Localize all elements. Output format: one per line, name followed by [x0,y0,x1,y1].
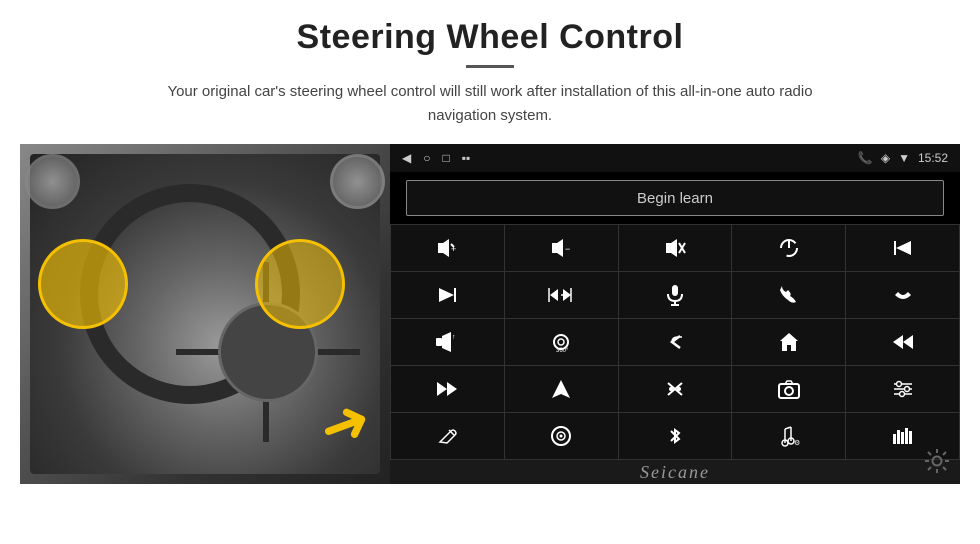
square-icon[interactable]: □ [442,151,449,165]
begin-learn-row: Begin learn [390,172,960,224]
speaker-button[interactable]: ↑ [391,319,504,365]
phone-status-icon: 📞 [858,151,873,165]
fast-forward-button[interactable] [391,366,504,412]
gauge-right [330,154,385,209]
next-track-button[interactable] [391,272,504,318]
home-circle-icon[interactable]: ○ [423,151,430,165]
status-bar: ◀ ○ □ ▪▪ 📞 ◈ ▼ 15:52 [390,144,960,172]
prev-track-button[interactable] [846,225,959,271]
page-subtitle: Your original car's steering wheel contr… [140,80,840,128]
highlight-circle-left [38,239,128,329]
status-right: 📞 ◈ ▼ 15:52 [858,151,948,165]
back-button[interactable] [619,319,732,365]
bluetooth-button[interactable] [619,413,732,459]
status-left: ◀ ○ □ ▪▪ [402,151,470,165]
title-underline [466,65,514,68]
bars-icon: ▪▪ [462,151,471,165]
mute-button[interactable] [619,225,732,271]
back-arrow-icon[interactable]: ◀ [402,151,411,165]
hang-up-button[interactable] [846,272,959,318]
power-button[interactable] [732,225,845,271]
camera-360-button[interactable]: 360° [505,319,618,365]
settings-sliders-button[interactable] [846,366,959,412]
content-row: ➜ ◀ ○ □ ▪▪ 📞 ◈ ▼ 15:52 [20,144,960,484]
camera-button[interactable] [732,366,845,412]
page: Steering Wheel Control Your original car… [0,0,980,544]
equalizer-button[interactable] [619,366,732,412]
call-button[interactable] [732,272,845,318]
time-display: 15:52 [918,151,948,165]
location-status-icon: ◈ [881,151,890,165]
target-circle-button[interactable] [505,413,618,459]
watermark-bar: Seicane [390,460,960,484]
home-button[interactable] [732,319,845,365]
watermark-text: Seicane [640,462,710,483]
mic-button[interactable] [619,272,732,318]
svg-text:⚙: ⚙ [794,439,800,447]
highlight-circle-right [255,239,345,329]
head-unit-screen: ◀ ○ □ ▪▪ 📞 ◈ ▼ 15:52 Begin learn [390,144,960,484]
skip-forward-button[interactable] [505,272,618,318]
svg-text:↑: ↑ [452,334,456,341]
navigate-button[interactable] [505,366,618,412]
svg-text:−: − [565,244,570,254]
gauge-left [25,154,80,209]
settings-gear-icon[interactable] [924,448,950,480]
rewind-button[interactable] [846,319,959,365]
page-title: Steering Wheel Control [297,18,684,57]
edit-button[interactable] [391,413,504,459]
volume-up-button[interactable]: + [391,225,504,271]
svg-text:+: + [451,244,456,254]
car-image: ➜ [20,144,390,484]
controls-grid: + − [390,224,960,460]
volume-down-button[interactable]: − [505,225,618,271]
begin-learn-button[interactable]: Begin learn [406,180,944,216]
svg-text:360°: 360° [556,348,569,353]
wifi-status-icon: ▼ [898,151,910,165]
music-button[interactable]: ⚙ [732,413,845,459]
